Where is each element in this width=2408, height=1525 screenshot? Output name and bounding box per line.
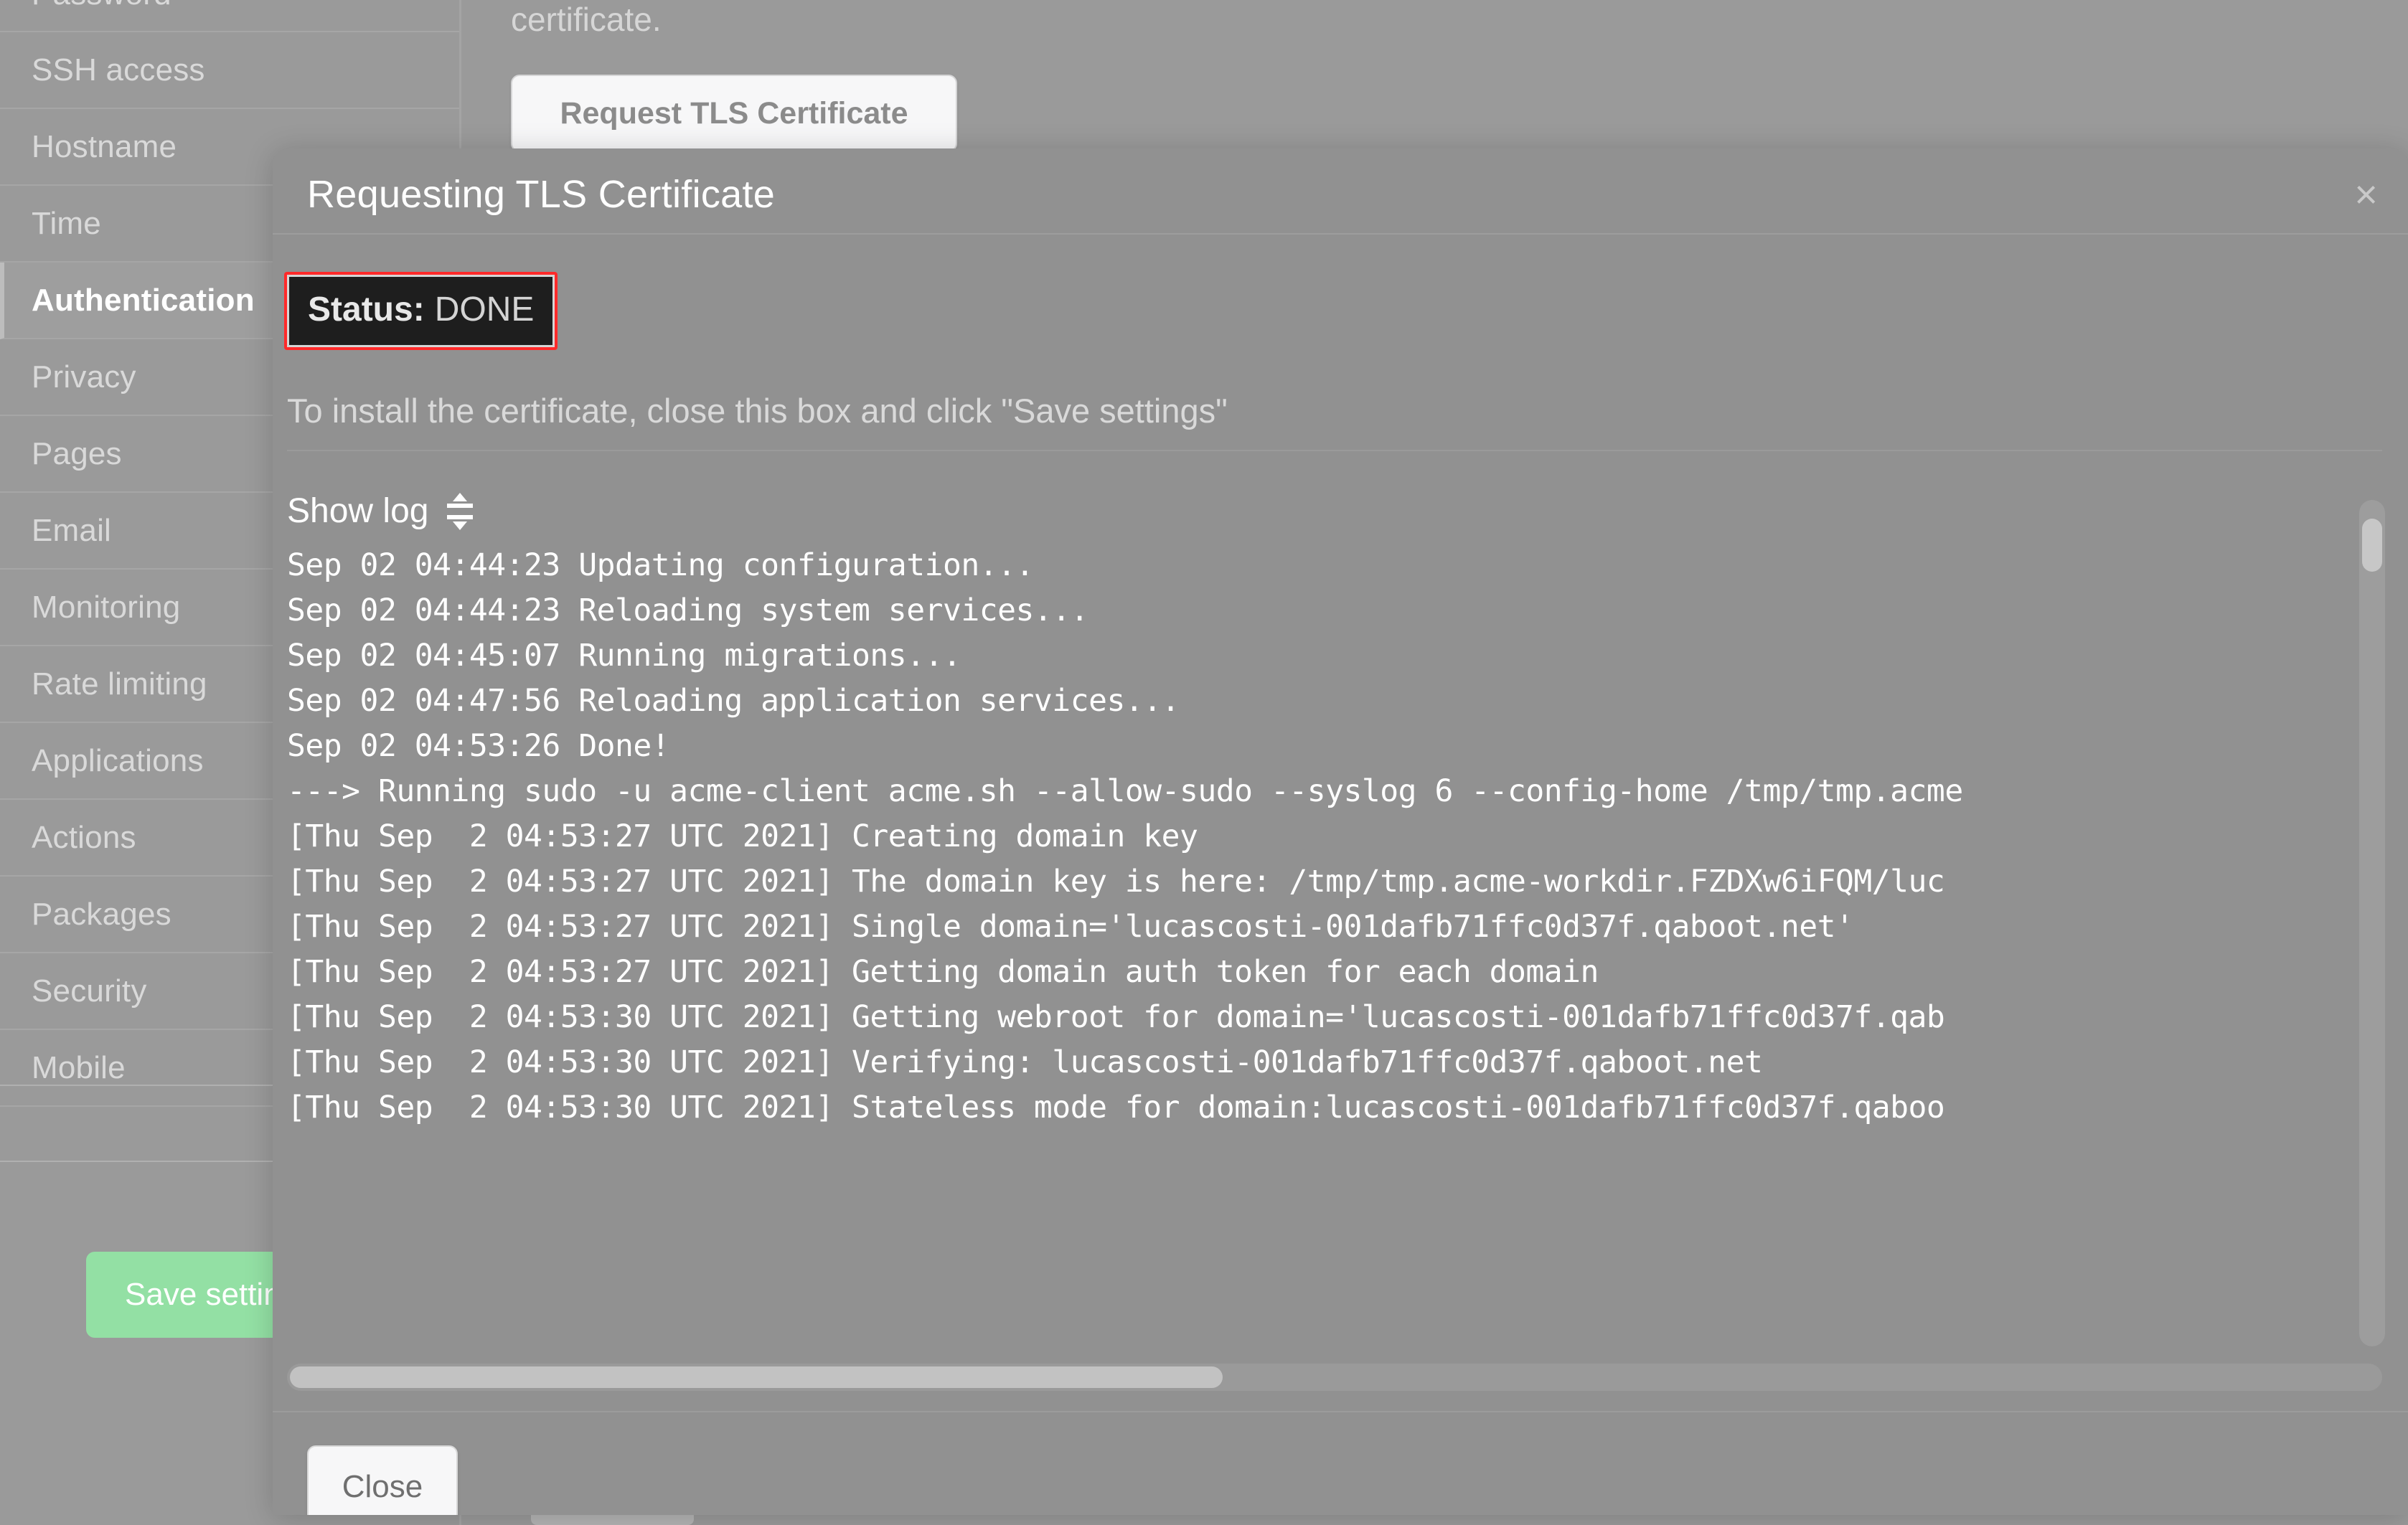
sidebar-item-label: Monitoring: [32, 590, 180, 625]
install-instructions: To install the certificate, close this b…: [287, 391, 1228, 430]
sidebar-item-label: Time: [32, 206, 101, 242]
status-highlight-box: Status: DONE: [284, 272, 558, 350]
log-horizontal-scroll-thumb[interactable]: [290, 1366, 1223, 1388]
modal-header: Requesting TLS Certificate ×: [273, 148, 2408, 235]
sidebar-item-label: Pages: [32, 436, 122, 472]
sidebar-item-label: Password: [32, 0, 171, 12]
log-text: Sep 02 04:44:23 Updating configuration..…: [287, 543, 1963, 1130]
expand-collapse-icon[interactable]: [444, 493, 476, 530]
sidebar-item-label: Privacy: [32, 359, 136, 395]
show-log-label: Show log: [287, 491, 428, 531]
sidebar-item-label: Packages: [32, 897, 171, 933]
status-value: DONE: [435, 290, 535, 329]
sidebar-item-label: Hostname: [32, 129, 177, 165]
sidebar-item-label: Authentication: [32, 283, 255, 318]
modal-title: Requesting TLS Certificate: [307, 172, 775, 217]
body-divider: [287, 450, 2382, 451]
sidebar-item-label: Mobile: [32, 1050, 126, 1086]
log-vertical-scroll-thumb[interactable]: [2362, 519, 2382, 572]
sidebar-item-label: Rate limiting: [32, 666, 207, 702]
sidebar-item-password[interactable]: Password: [0, 0, 459, 32]
certificate-paragraph-tail: certificate.: [511, 0, 662, 39]
sidebar-item-label: Actions: [32, 820, 136, 856]
log-horizontal-scrollbar[interactable]: [287, 1364, 2382, 1391]
modal-body: Status: DONE To install the certificate,…: [273, 235, 2408, 1411]
sidebar-item-ssh-access[interactable]: SSH access: [0, 32, 459, 109]
sidebar-item-label: Security: [32, 973, 147, 1009]
sidebar-item-label: Applications: [32, 743, 204, 779]
status-badge: Status: DONE: [287, 275, 555, 347]
sidebar-item-label: SSH access: [32, 52, 205, 88]
close-icon[interactable]: ×: [2354, 179, 2378, 210]
modal-footer: Close: [273, 1411, 2408, 1515]
log-vertical-scrollbar[interactable]: [2359, 500, 2385, 1346]
requesting-tls-certificate-modal: Requesting TLS Certificate × Status: DON…: [273, 148, 2408, 1515]
status-label: Status:: [308, 290, 425, 329]
request-tls-certificate-button[interactable]: Request TLS Certificate: [511, 75, 957, 152]
close-button[interactable]: Close: [307, 1445, 458, 1515]
sidebar-item-label: Email: [32, 513, 111, 549]
show-log-toggle[interactable]: Show log: [287, 491, 476, 531]
log-output-pane[interactable]: Sep 02 04:44:23 Updating configuration..…: [287, 543, 2382, 1404]
